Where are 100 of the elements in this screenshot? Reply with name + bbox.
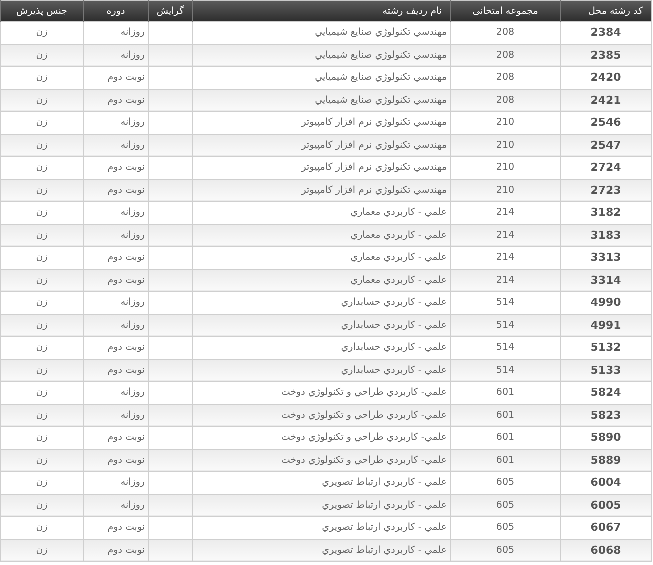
table-cell: علمي - كاربردي ارتباط تصويري	[192, 494, 450, 516]
table-cell: 2546	[560, 112, 652, 134]
table-cell: نوبت دوم	[84, 516, 148, 539]
table-cell: 214	[450, 202, 560, 224]
table-cell: 3183	[560, 224, 652, 246]
table-cell: زن	[0, 359, 84, 382]
table-cell: روزانه	[84, 382, 148, 404]
table-cell: نوبت دوم	[84, 66, 148, 89]
table-cell: نوبت دوم	[84, 539, 148, 562]
table-cell: 605	[450, 494, 560, 516]
table-cell: علمي - كاربردي معماري	[192, 202, 450, 224]
table-cell: 5132	[560, 336, 652, 359]
table-cell: زن	[0, 336, 84, 359]
table-cell: زن	[0, 179, 84, 202]
table-cell: 605	[450, 516, 560, 539]
table-cell: 2385	[560, 44, 652, 66]
column-header[interactable]: دوره	[84, 0, 148, 22]
table-cell: 2547	[560, 134, 652, 156]
table-cell: زن	[0, 269, 84, 292]
table-cell: 5133	[560, 359, 652, 382]
table-cell: زن	[0, 404, 84, 426]
table-cell: زن	[0, 202, 84, 224]
table-cell: علمي - كاربردي معماري	[192, 246, 450, 269]
column-header[interactable]: نام ردیف رشته	[192, 0, 450, 22]
table-cell: نوبت دوم	[84, 426, 148, 449]
column-header[interactable]: جنس پذیرش	[0, 0, 84, 22]
table-cell: علمي- كاربردي طراحي و تكنولوژي دوخت	[192, 382, 450, 404]
table-cell: زن	[0, 156, 84, 179]
table-cell: 214	[450, 269, 560, 292]
column-header[interactable]: کد رشته محل	[560, 0, 652, 22]
table-cell: 514	[450, 292, 560, 314]
table-cell: مهندسي تكنولوژي صنايع شيميايي	[192, 22, 450, 44]
table-cell: 208	[450, 89, 560, 112]
table-cell: 601	[450, 382, 560, 404]
table-cell: مهندسي تكنولوژي صنايع شيميايي	[192, 89, 450, 112]
table-cell: روزانه	[84, 472, 148, 494]
table-cell: نوبت دوم	[84, 156, 148, 179]
table-cell: 3313	[560, 246, 652, 269]
table-cell: 5889	[560, 449, 652, 472]
table-cell: مهندسي تكنولوژي صنايع شيميايي	[192, 44, 450, 66]
column-header[interactable]: مجموعه امتحانی	[450, 0, 560, 22]
table-cell: 5824	[560, 382, 652, 404]
table-cell: روزانه	[84, 404, 148, 426]
table-cell: 208	[450, 22, 560, 44]
table-cell: زن	[0, 112, 84, 134]
table-cell: علمي - كاربردي حسابداري	[192, 314, 450, 336]
table-cell: 2421	[560, 89, 652, 112]
table-cell: زن	[0, 44, 84, 66]
table-cell: 514	[450, 336, 560, 359]
table-cell: علمي - كاربردي حسابداري	[192, 359, 450, 382]
table-cell: 3182	[560, 202, 652, 224]
table-cell: 514	[450, 359, 560, 382]
table-cell: 214	[450, 246, 560, 269]
table-cell: علمي - كاربردي ارتباط تصويري	[192, 539, 450, 562]
table-cell: روزانه	[84, 494, 148, 516]
table-cell: نوبت دوم	[84, 89, 148, 112]
table-cell: 208	[450, 44, 560, 66]
table-cell: علمي- كاربردي طراحي و تكنولوژي دوخت	[192, 449, 450, 472]
table-cell: مهندسي تكنولوژي صنايع شيميايي	[192, 66, 450, 89]
table-cell: نوبت دوم	[84, 449, 148, 472]
table-cell: زن	[0, 292, 84, 314]
table-cell: علمي - كاربردي ارتباط تصويري	[192, 516, 450, 539]
table-cell: علمي - كاربردي حسابداري	[192, 336, 450, 359]
table-cell: 2420	[560, 66, 652, 89]
table-cell: 2384	[560, 22, 652, 44]
table-cell: علمي - كاربردي ارتباط تصويري	[192, 472, 450, 494]
table-cell: روزانه	[84, 134, 148, 156]
table-cell: مهندسي تكنولوژي نرم افزار كامپيوتر	[192, 112, 450, 134]
table-cell: 3314	[560, 269, 652, 292]
table-cell: 6067	[560, 516, 652, 539]
table-cell: زن	[0, 89, 84, 112]
table-cell: روزانه	[84, 22, 148, 44]
table-cell: علمي - كاربردي حسابداري	[192, 292, 450, 314]
column-header[interactable]: گرایش	[148, 0, 192, 22]
table-cell: علمي- كاربردي طراحي و تكنولوژي دوخت	[192, 426, 450, 449]
table-cell: زن	[0, 246, 84, 269]
table-cell: روزانه	[84, 44, 148, 66]
table-cell: 2724	[560, 156, 652, 179]
table-cell: زن	[0, 22, 84, 44]
table-cell: 514	[450, 314, 560, 336]
table-cell: 208	[450, 66, 560, 89]
table-cell: 4991	[560, 314, 652, 336]
table-cell: 210	[450, 112, 560, 134]
table-cell: 4990	[560, 292, 652, 314]
table-cell: 210	[450, 179, 560, 202]
table-cell: 210	[450, 156, 560, 179]
table-cell: روزانه	[84, 112, 148, 134]
table-cell: زن	[0, 426, 84, 449]
table-cell: 214	[450, 224, 560, 246]
table-cell: روزانه	[84, 314, 148, 336]
table-cell: 6004	[560, 472, 652, 494]
table-cell: 6068	[560, 539, 652, 562]
table-cell: 6005	[560, 494, 652, 516]
table-cell: 605	[450, 472, 560, 494]
table-cell: زن	[0, 314, 84, 336]
table-cell: 601	[450, 426, 560, 449]
table-cell: زن	[0, 66, 84, 89]
table-cell: روزانه	[84, 292, 148, 314]
table-cell: مهندسي تكنولوژي نرم افزار كامپيوتر	[192, 134, 450, 156]
table-cell: نوبت دوم	[84, 359, 148, 382]
